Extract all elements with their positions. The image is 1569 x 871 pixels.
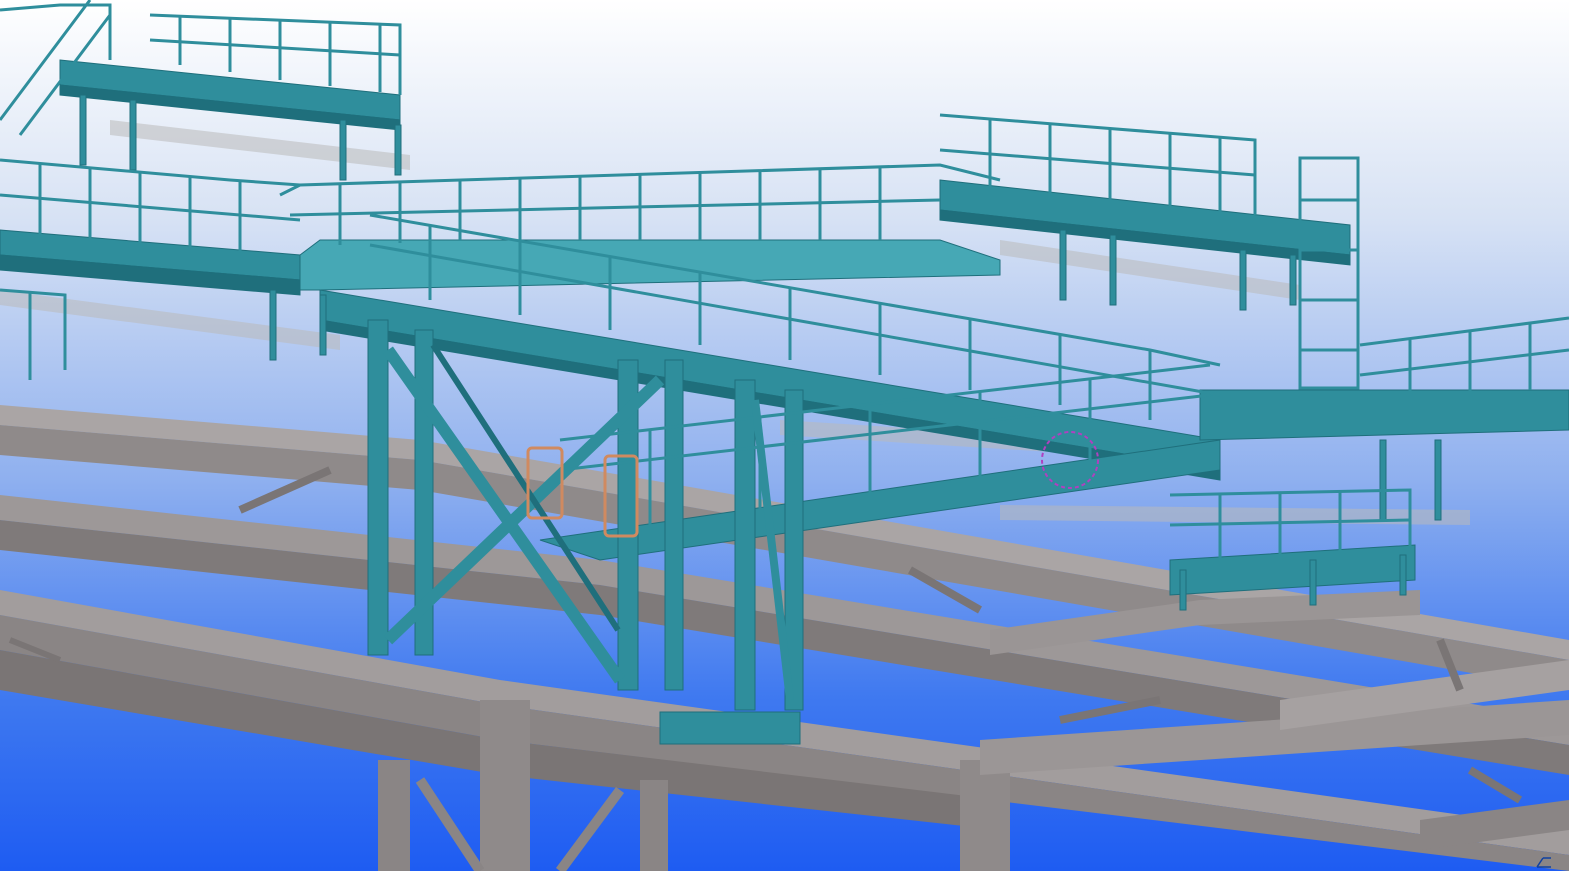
- handrail: [1359, 348, 1569, 377]
- hanger-post: [1309, 559, 1317, 606]
- hanger-post: [79, 94, 87, 166]
- support-column: [734, 379, 756, 711]
- hanger-post: [319, 294, 327, 356]
- ladder-cage: [1298, 156, 1360, 390]
- support-column: [664, 359, 684, 691]
- hanger-post: [394, 124, 402, 176]
- handrail: [1359, 316, 1569, 347]
- ghost-beam: [1000, 505, 1470, 525]
- cross-girder: [480, 700, 530, 871]
- steel-structure-scene: [0, 0, 1569, 871]
- platform-deck: [1169, 544, 1416, 596]
- steel-brace: [1467, 766, 1523, 804]
- 3d-model-viewport[interactable]: [0, 0, 1569, 871]
- steel-column: [640, 780, 668, 871]
- handrail: [149, 38, 401, 57]
- xyz-axis-icon: [1536, 857, 1551, 868]
- walkway-deck: [1199, 389, 1569, 441]
- handrail: [289, 198, 941, 217]
- hanger-post: [269, 289, 277, 361]
- hanger-post: [1109, 234, 1117, 306]
- cross-girder: [960, 760, 1010, 871]
- base-beam: [659, 711, 801, 745]
- hanger-post: [1239, 249, 1247, 311]
- hanger-post: [1179, 569, 1187, 611]
- support-column: [367, 319, 389, 656]
- handrail: [0, 193, 301, 222]
- hanger-post: [1434, 439, 1442, 521]
- steel-brace: [555, 787, 625, 871]
- handrail: [0, 158, 301, 187]
- ghost-beam: [0, 290, 340, 350]
- steel-brace: [1059, 696, 1161, 724]
- steel-column: [378, 760, 410, 871]
- hanger-post: [1399, 554, 1407, 596]
- hanger-post: [129, 99, 137, 171]
- ghost-beam: [110, 120, 410, 170]
- walkway-deck: [299, 239, 1001, 291]
- steel-brace: [415, 777, 485, 871]
- hanger-post: [1059, 229, 1067, 301]
- hanger-post: [339, 119, 347, 181]
- hanger-post: [1379, 439, 1387, 521]
- handrail: [0, 3, 112, 60]
- handrail: [939, 148, 1256, 177]
- hanger-post: [1289, 254, 1297, 306]
